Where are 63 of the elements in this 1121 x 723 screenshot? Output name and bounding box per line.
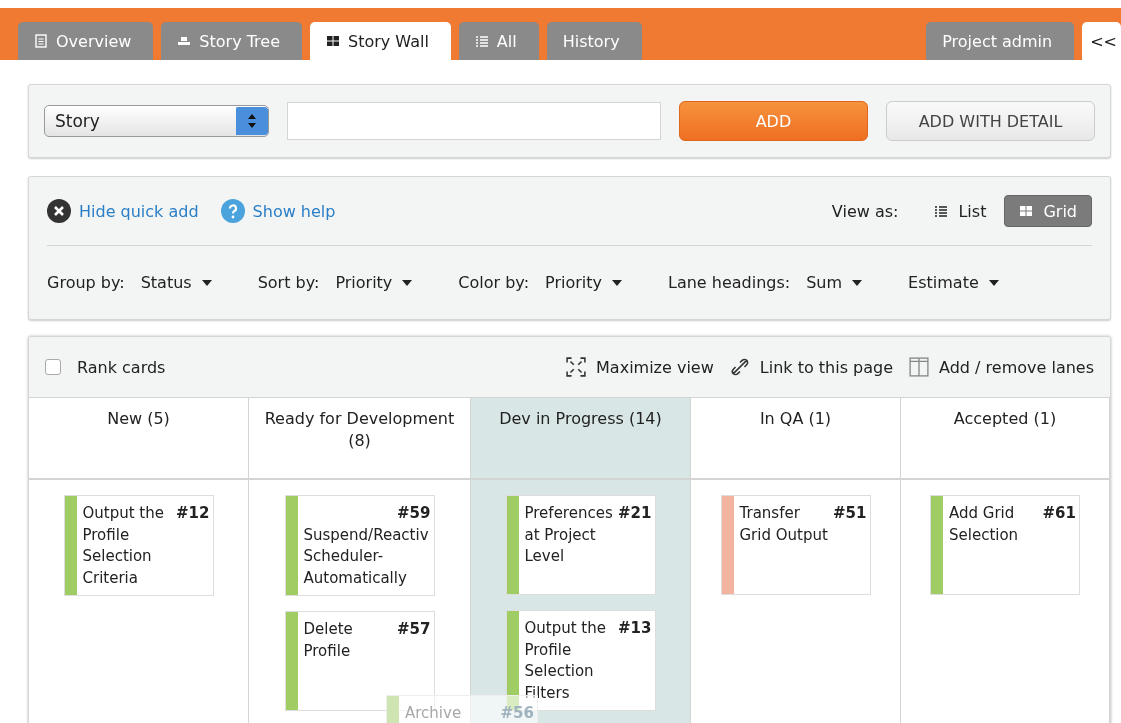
card-title: Delete Profile bbox=[303, 619, 354, 662]
view-as-label: View as: bbox=[831, 201, 899, 221]
card-title: Preferences at Project Level bbox=[524, 503, 614, 567]
hide-quick-add-link[interactable]: Hide quick add bbox=[47, 199, 199, 223]
help-icon bbox=[220, 199, 245, 223]
card-title: Add Grid Selection bbox=[949, 503, 1020, 546]
list-icon bbox=[934, 204, 949, 218]
caret-icon bbox=[201, 279, 212, 286]
caret-icon bbox=[612, 279, 622, 286]
grid-icon bbox=[326, 34, 340, 48]
card-number: #57 bbox=[397, 619, 431, 640]
card-number: #21 bbox=[618, 503, 652, 524]
filter-dropdown[interactable]: Estimate bbox=[908, 273, 999, 292]
card-number: #59 bbox=[397, 503, 431, 524]
rank-cards-checkbox[interactable] bbox=[45, 359, 61, 375]
lane-heading: In QA (1) bbox=[691, 398, 900, 480]
lane-heading: Dev in Progress (14) bbox=[471, 398, 690, 480]
stepper-icon bbox=[235, 107, 268, 135]
add-remove-lanes-link[interactable]: Add / remove lanes bbox=[909, 357, 1094, 377]
filter-dropdown[interactable]: Status bbox=[140, 273, 212, 292]
nav-tab[interactable]: << bbox=[1082, 22, 1121, 60]
show-help-link[interactable]: Show help bbox=[220, 199, 336, 223]
card-title: Transfer Grid Output bbox=[739, 503, 829, 546]
grid-icon bbox=[1019, 204, 1034, 218]
maximize-icon bbox=[566, 357, 587, 377]
view-toggle[interactable]: List bbox=[920, 195, 1001, 227]
caret-icon bbox=[852, 279, 863, 286]
rank-cards-label: Rank cards bbox=[77, 357, 166, 377]
lane-heading: New (5) bbox=[29, 398, 248, 480]
filter-label: Sort by: bbox=[257, 273, 320, 292]
story-card[interactable]: Transfer Grid Output #51 bbox=[720, 495, 871, 595]
columns-icon bbox=[909, 357, 930, 377]
filter-label: Group by: bbox=[47, 273, 125, 292]
hierarchy-icon bbox=[177, 34, 192, 48]
document-icon bbox=[34, 34, 48, 48]
card-number: #12 bbox=[176, 503, 210, 524]
filter-label: Color by: bbox=[458, 273, 530, 292]
add-with-detail-button[interactable]: ADD WITH DETAIL bbox=[886, 101, 1095, 141]
filter-dropdown[interactable]: Priority bbox=[545, 273, 622, 292]
card-title: Suspend/Reactiv Scheduler-Automatically bbox=[303, 524, 430, 589]
link-icon bbox=[729, 357, 750, 377]
filter-label: Lane headings: bbox=[668, 273, 791, 292]
view-toggle[interactable]: Grid bbox=[1004, 195, 1092, 227]
maximize-view-link[interactable]: Maximize view bbox=[566, 357, 714, 377]
card-number: #13 bbox=[618, 618, 652, 639]
caret-icon bbox=[402, 279, 413, 286]
caret-icon bbox=[988, 279, 999, 286]
story-card[interactable]: Preferences at Project Level #21 bbox=[505, 495, 656, 595]
story-card[interactable]: Output the Profile Selection Criteria #12 bbox=[63, 495, 214, 596]
filter-dropdown[interactable]: Priority bbox=[335, 273, 413, 292]
list-icon bbox=[474, 34, 489, 48]
nav-tab[interactable]: Story Wall bbox=[310, 22, 451, 60]
name-field[interactable] bbox=[286, 102, 661, 140]
type-select[interactable]: Story bbox=[44, 105, 269, 137]
story-card[interactable]: Suspend/Reactiv Scheduler-Automatically #59 bbox=[284, 495, 435, 596]
card-number: #61 bbox=[1042, 503, 1076, 524]
card-title: Output the Profile Selection Criteria bbox=[82, 503, 165, 589]
lane-heading: Accepted (1) bbox=[901, 398, 1109, 480]
link-to-page-link[interactable]: Link to this page bbox=[729, 357, 894, 377]
filter-dropdown[interactable]: Sum bbox=[806, 273, 863, 292]
close-icon bbox=[47, 199, 71, 223]
card-number: #51 bbox=[833, 503, 867, 524]
story-card[interactable]: Add Grid Selection #61 bbox=[930, 495, 1080, 595]
